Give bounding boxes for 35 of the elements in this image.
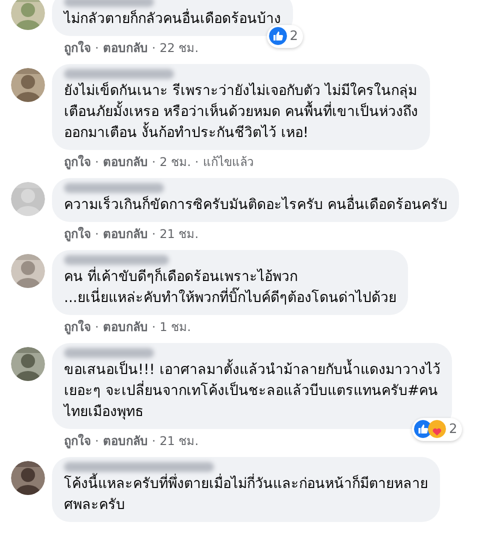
action-link[interactable]: ถูกใจ [64,318,91,336]
separator-dot: · [95,154,99,171]
reaction-count: 2 [449,420,458,438]
separator-dot: · [152,154,156,171]
timestamp[interactable]: 22 ชม. [160,39,199,57]
timestamp[interactable]: 21 ชม. [160,225,199,243]
comment-text: ไม่กลัวตายก็กลัวคนอื่นเดือดร้อนบ้าง [64,9,281,30]
edited-label: แก้ไขแล้ว [202,154,254,171]
comment-text: ความเร็วเกินก็ขัดการซิครับมันติดอะไรครับ คนอื่นเดือดร้อนครับ [64,195,448,216]
comment-text: ขอเสนอเป็น!!! เอาศาลมาตั้งแล้วนำม้าลายกับน้ำแดงมาวางไว้ เยอะๆ จะเปลี่ยนจากเทโค้งเป็นชะลอแล้วบีบแตรแทนครับ#คน ไทยเมืองพุทธ [64,360,440,423]
action-link[interactable]: ถูกใจ [64,225,91,243]
separator-dot: · [152,226,156,243]
action-link[interactable]: ตอบกลับ [102,39,148,57]
timestamp[interactable]: 2 ชม. [160,153,191,171]
action-link[interactable]: ถูกใจ [64,39,91,57]
separator-dot: · [152,40,156,57]
comment-text: โค้งนี้แหละครับที่พึ่งตายเมื่อไม่กี่วันและก่อนหน้าก็มีตายหลาย ศพละครับ [64,474,428,516]
action-link[interactable]: ถูกใจ [64,153,91,171]
action-link[interactable]: ตอบกลับ [102,432,148,450]
timestamp[interactable]: 1 ชม. [160,318,191,336]
action-link[interactable]: ถูกใจ [64,432,91,450]
separator-dot: · [95,433,99,450]
comment-text: ยังไม่เข็ดกันเนาะ รีเพราะว่ายังไม่เจอกับตัว ไม่มีใครในกลุ่ม เตือนภัยมั้งเหรอ หรือว่าเห็นด้วยหมด คนพื้นที่เขาเป็นห่วงถึง ออกมาเตือน งั้นก้อทำประกันชีวิตไว้ เหอ! [64,81,418,143]
reaction-count: 2 [290,28,298,46]
separator-dot: · [152,433,156,450]
action-link[interactable]: ตอบกลับ [102,225,148,243]
separator-dot: · [95,40,99,57]
separator-dot: · [95,226,99,243]
separator-dot: · [95,319,99,336]
separator-dot: · [152,319,156,336]
separator-dot: · [194,154,199,171]
comment-text: คน ที่เค้าขับดีๆก็เดือดร้อนเพราะไอ้พวก ...ยเนี่ยแหล่ะคับทำให้พวกที่บิ๊กไบค์ดีๆต้องโดนด่าไปด้วย [64,267,396,309]
timestamp[interactable]: 21 ชม. [160,432,199,450]
action-link[interactable]: ตอบกลับ [102,318,148,336]
action-link[interactable]: ตอบกลับ [102,153,148,171]
